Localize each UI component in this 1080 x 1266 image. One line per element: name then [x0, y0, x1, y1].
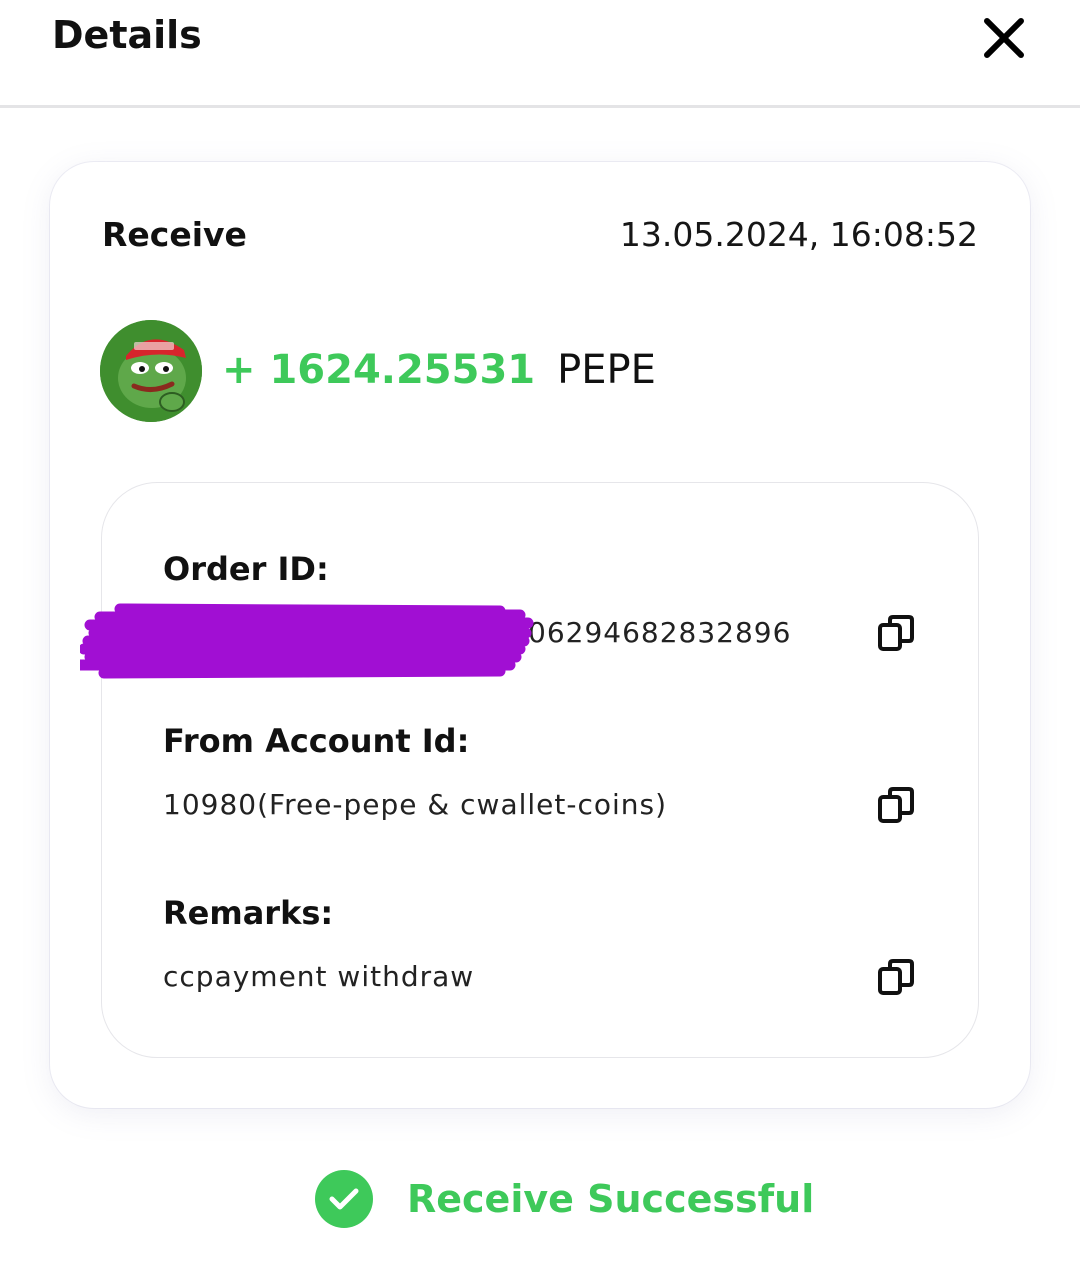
copy-icon	[878, 615, 914, 651]
remarks-value: ccpayment withdraw	[163, 960, 475, 993]
status-text: Receive Successful	[407, 1177, 815, 1221]
from-account-value: 10980(Free-pepe & cwallet-coins)	[163, 788, 668, 821]
close-icon	[984, 18, 1024, 58]
coin-symbol: PEPE	[557, 347, 656, 393]
page-title: Details	[52, 13, 202, 57]
amount-value: + 1624.25531	[222, 347, 536, 393]
copy-order-id-button[interactable]	[876, 613, 916, 653]
copy-icon	[878, 959, 914, 995]
order-id-value: 06294682832896	[528, 616, 792, 649]
transaction-details-box: Order ID: 06294682832896 From Account Id…	[80, 482, 979, 1058]
transaction-card: Receive 13.05.2024, 16:08:52 + 1624.2553…	[50, 162, 1030, 1108]
header-bar: Details	[0, 0, 1080, 108]
pepe-coin-avatar	[100, 320, 202, 422]
from-account-label: From Account Id:	[163, 722, 470, 760]
remarks-label: Remarks:	[163, 894, 334, 932]
amount-row: + 1624.25531 PEPE	[222, 344, 656, 396]
check-circle-icon	[315, 1170, 373, 1228]
copy-remarks-button[interactable]	[876, 957, 916, 997]
transaction-type: Receive	[102, 215, 247, 254]
copy-from-account-button[interactable]	[876, 785, 916, 825]
transaction-timestamp: 13.05.2024, 16:08:52	[619, 215, 978, 254]
close-button[interactable]	[976, 10, 1032, 66]
copy-icon	[878, 787, 914, 823]
status-indicator: Receive Successful	[315, 1170, 814, 1228]
redaction-scribble	[80, 603, 534, 679]
order-id-label: Order ID:	[163, 550, 329, 588]
details-screen: Details Receive 13.05.2024, 16:08:52 + 1…	[0, 0, 1080, 1266]
